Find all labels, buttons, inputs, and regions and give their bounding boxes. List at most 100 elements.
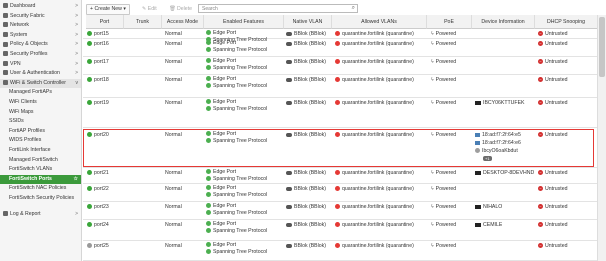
column-header-dhcp-snooping[interactable]: DHCP Snooping bbox=[535, 15, 598, 29]
column-header-port[interactable]: Port bbox=[86, 15, 124, 29]
quarantine-icon bbox=[335, 132, 340, 138]
sidebar-item-fortilink-interface[interactable]: FortiLink Interface bbox=[0, 146, 81, 156]
feature-label: Spanning Tree Protocol bbox=[213, 191, 268, 198]
native-vlan-label: BBlok (BBlok) bbox=[294, 222, 326, 228]
column-header-poe[interactable]: PoE bbox=[427, 15, 472, 29]
poe-cell: ϟ Powered bbox=[431, 100, 456, 106]
sidebar-item-network[interactable]: Network > bbox=[0, 21, 81, 31]
scrollbar-thumb[interactable] bbox=[599, 17, 605, 77]
delete-button[interactable]: 🗑 Delete bbox=[165, 4, 196, 15]
device-info-cell[interactable]: CEMILE bbox=[475, 222, 502, 228]
allowed-vlans-cell: quarantine.fortilink (quarantine) bbox=[335, 186, 414, 192]
device-info-cell[interactable]: NIHALO bbox=[475, 204, 502, 210]
column-header-trunk[interactable]: Trunk bbox=[124, 15, 162, 29]
sidebar-item-managed-fortiaps[interactable]: Managed FortiAPs bbox=[0, 88, 81, 98]
sidebar-item-user-authentication[interactable]: User & Authentication > bbox=[0, 69, 81, 79]
sidebar-item-wifi-switch-controller[interactable]: WiFi & Switch Controller v bbox=[0, 78, 81, 89]
device-info-cell[interactable]: DESKTOP-8DEVHND bbox=[475, 170, 534, 176]
table-row[interactable]: port17 Normal Edge Port Spanning Tree Proto… bbox=[83, 57, 606, 75]
sidebar-item-wifi-maps[interactable]: WiFi Maps bbox=[0, 108, 81, 118]
device-name: IBCY06KTTUFEK bbox=[483, 100, 525, 106]
sidebar-item-security-profiles[interactable]: Security Profiles > bbox=[0, 50, 81, 60]
column-header-access-mode[interactable]: Access Mode bbox=[162, 15, 204, 29]
port-cell: port22 bbox=[87, 186, 109, 192]
table-row[interactable]: port24 Normal Edge Port Spanning Tree Proto… bbox=[83, 220, 606, 241]
device-host[interactable]: IbcyO6oaKbdut bbox=[475, 148, 518, 154]
sidebar-item-managed-fortiswitch[interactable]: Managed FortiSwitch bbox=[0, 156, 81, 166]
port-cell: port25 bbox=[87, 243, 109, 249]
sidebar-item-wids-profiles[interactable]: WIDS Profiles bbox=[0, 136, 81, 146]
device-mac: 18:ad:f7:2f:64:e5 bbox=[482, 132, 521, 138]
native-vlan-label: BBlok (BBlok) bbox=[294, 170, 326, 176]
table-row[interactable]: port19 Normal Edge Port Spanning Tree Proto… bbox=[83, 98, 606, 128]
untrusted-icon: − bbox=[538, 186, 543, 192]
badge-count: +1 bbox=[483, 156, 492, 161]
allowed-vlans-cell: quarantine.fortilink (quarantine) bbox=[335, 132, 414, 138]
sidebar-item-security-fabric[interactable]: Security Fabric > bbox=[0, 12, 81, 22]
sidebar-item-vpn[interactable]: VPN > bbox=[0, 60, 81, 70]
sidebar-item-log-report[interactable]: Log & Report > bbox=[0, 210, 81, 220]
dhcp-label: Untrusted bbox=[545, 77, 568, 83]
quarantine-icon bbox=[335, 31, 340, 37]
sidebar-item-fortiap-profiles[interactable]: FortiAP Profiles bbox=[0, 127, 81, 137]
untrusted-icon: − bbox=[538, 222, 543, 228]
column-header-enabled-features[interactable]: Enabled Features bbox=[204, 15, 284, 29]
feature-label: Spanning Tree Protocol bbox=[213, 105, 268, 112]
table-row[interactable]: port21 Normal Edge Port Spanning Tree Proto… bbox=[83, 168, 606, 184]
access-mode-cell: Normal bbox=[165, 204, 182, 210]
column-header-native-vlan[interactable]: Native VLAN bbox=[284, 15, 332, 29]
device-mac: 18:ad:f7:2f:64:e6 bbox=[482, 140, 521, 146]
native-vlan-cell: BBlok (BBlok) bbox=[286, 186, 326, 192]
port-name: port18 bbox=[94, 77, 109, 83]
allowed-vlan-label: quarantine.fortilink (quarantine) bbox=[342, 77, 414, 83]
device-info-cell[interactable]: IBCY06KTTUFEK bbox=[475, 100, 525, 106]
poe-label: Powered bbox=[435, 132, 457, 138]
sidebar-item-fortiswitch-nac-policies[interactable]: FortiSwitch NAC Policies bbox=[0, 184, 81, 194]
sidebar-item-dashboard[interactable]: Dashboard > bbox=[0, 2, 81, 12]
menu-section-icon bbox=[3, 41, 8, 47]
native-vlan-label: BBlok (BBlok) bbox=[294, 100, 326, 106]
column-header-device-information[interactable]: Device Information bbox=[472, 15, 535, 29]
table-row[interactable]: port23 Normal Edge Port Spanning Tree Proto… bbox=[83, 202, 606, 220]
feature-label: Edge Port bbox=[213, 30, 237, 36]
feature-label: Edge Port bbox=[213, 203, 237, 209]
sidebar-item-fortiswitch-vlans[interactable]: FortiSwitch VLANs bbox=[0, 165, 81, 175]
device-mac-1[interactable]: 18:ad:f7:2f:64:e5 bbox=[475, 132, 521, 138]
device-mac-2[interactable]: 18:ad:f7:2f:64:e6 bbox=[475, 140, 521, 146]
vertical-scrollbar[interactable] bbox=[597, 15, 606, 261]
table-row[interactable]: port20 Normal Edge Port Spanning Tree Proto… bbox=[83, 130, 606, 168]
dhcp-snooping-cell: − Untrusted bbox=[538, 243, 568, 249]
more-devices-badge[interactable]: +1 bbox=[475, 156, 492, 162]
dhcp-snooping-cell: − Untrusted bbox=[538, 132, 568, 138]
feature-enabled-icon bbox=[206, 99, 211, 105]
create-new-button[interactable]: + Create New ▾ bbox=[86, 4, 130, 15]
sidebar-item-wifi-clients[interactable]: WiFi Clients bbox=[0, 98, 81, 108]
feature-edge-port: Edge Port bbox=[206, 131, 236, 137]
main-content: + Create New ▾ ✎ Edit 🗑 Delete Search ⌕ … bbox=[83, 0, 606, 261]
favorite-star-icon[interactable]: ☆ bbox=[74, 175, 78, 185]
search-input[interactable]: Search ⌕ bbox=[198, 4, 358, 13]
sidebar-item-label: SSIDs bbox=[9, 118, 24, 125]
access-mode-cell: Normal bbox=[165, 59, 182, 65]
table-row[interactable]: port16 Normal Edge Port Spanning Tree Proto… bbox=[83, 39, 606, 57]
table-row[interactable]: port25 Normal Edge Port Spanning Tree Proto… bbox=[83, 241, 606, 261]
feature-enabled-icon bbox=[206, 137, 211, 143]
poe-cell: ϟ Powered bbox=[431, 204, 456, 210]
edit-button[interactable]: ✎ Edit bbox=[138, 4, 161, 15]
sidebar-item-policy-objects[interactable]: Policy & Objects > bbox=[0, 40, 81, 50]
sidebar-item-ssids[interactable]: SSIDs bbox=[0, 117, 81, 127]
poe-label: Powered bbox=[435, 77, 457, 83]
table-row[interactable]: port15 Normal Edge Port Spanning Tree Proto… bbox=[83, 29, 606, 43]
table-row[interactable]: port22 Normal Edge Port Spanning Tree Proto… bbox=[83, 184, 606, 202]
column-header-allowed-vlans[interactable]: Allowed VLANs bbox=[332, 15, 427, 29]
sidebar-item-system[interactable]: System > bbox=[0, 31, 81, 41]
allowed-vlan-label: quarantine.fortilink (quarantine) bbox=[342, 170, 414, 176]
sidebar-item-fortiswitch-security-policies[interactable]: FortiSwitch Security Policies bbox=[0, 194, 81, 210]
sidebar-item-fortiswitch-ports[interactable]: FortiSwitch Ports ☆ bbox=[0, 174, 81, 185]
untrusted-icon: − bbox=[538, 243, 543, 249]
sidebar-item-label: Managed FortiAPs bbox=[9, 89, 52, 96]
feature-stp: Spanning Tree Protocol bbox=[206, 192, 267, 198]
table-row[interactable]: port18 Normal Edge Port Spanning Tree Proto… bbox=[83, 75, 606, 98]
quarantine-icon bbox=[335, 100, 340, 106]
vlan-icon bbox=[286, 41, 292, 46]
